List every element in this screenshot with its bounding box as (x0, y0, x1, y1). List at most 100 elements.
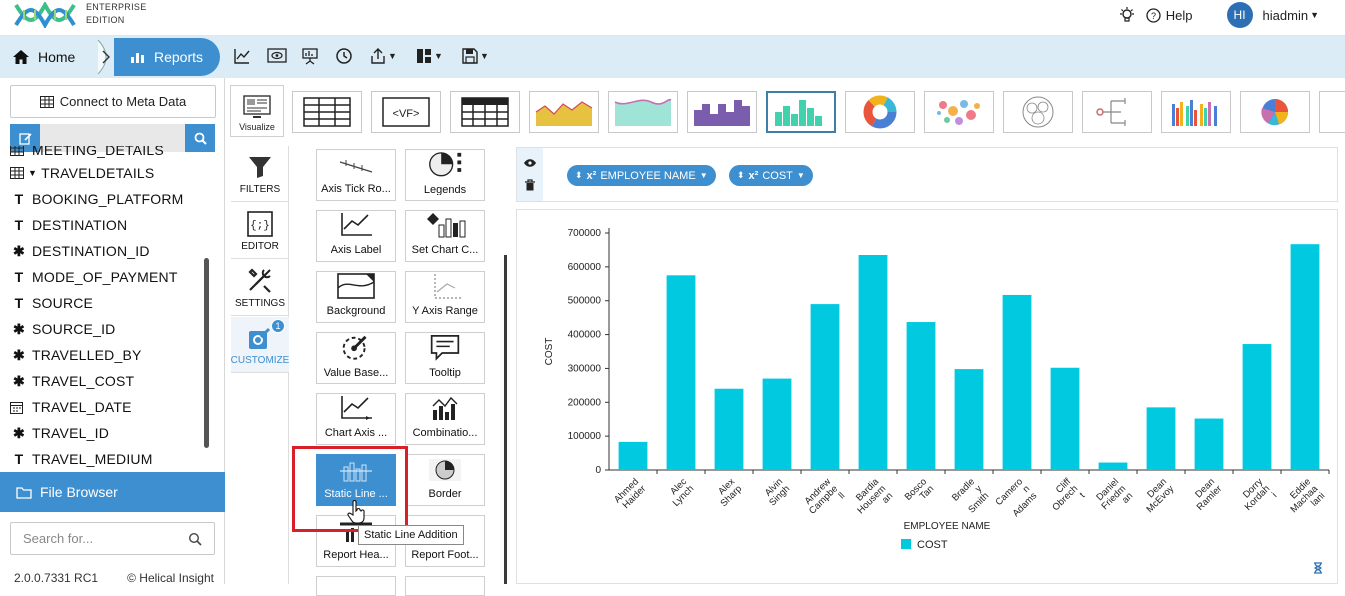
bubble-chart-icon (937, 100, 980, 125)
chart-type-donut[interactable] (845, 91, 915, 133)
tree-item-column[interactable]: ✱ TRAVEL_COST (10, 368, 202, 394)
pie-chart-icon (1261, 99, 1288, 126)
trash-icon[interactable] (524, 179, 536, 191)
breadcrumb-home[interactable]: Home (0, 36, 92, 78)
bar[interactable] (714, 388, 744, 470)
bar[interactable] (1098, 462, 1128, 470)
option-value-based-color[interactable]: Value Base... (316, 332, 396, 384)
bar-chart[interactable]: 0 100000 200000 300000 400000 500000 600000 700… (517, 210, 1337, 583)
tab-settings[interactable]: SETTINGS (231, 260, 289, 316)
option-y-axis-range[interactable]: Y Axis Range (405, 271, 485, 323)
svg-text:<VF>: <VF> (393, 108, 420, 120)
tree-item-column[interactable]: T TRAVEL_MEDIUM (10, 446, 202, 472)
panel-splitter[interactable] (504, 255, 507, 584)
caret-down-icon[interactable]: ▼ (28, 168, 37, 178)
chart-type-bar[interactable] (766, 91, 836, 133)
tree-item-column[interactable]: T MODE_OF_PAYMENT (10, 264, 202, 290)
tree-item-column[interactable]: T SOURCE (10, 290, 202, 316)
option-legends[interactable]: Legends (405, 149, 485, 201)
bar[interactable] (810, 304, 840, 470)
legend-swatch[interactable] (901, 539, 911, 549)
chart-type-stream[interactable] (608, 91, 678, 133)
table-icon (10, 146, 28, 156)
save-icon[interactable]: ▼ (461, 44, 495, 68)
chart-type-bubble[interactable] (924, 91, 994, 133)
file-browser-button[interactable]: File Browser (0, 472, 225, 512)
bar[interactable] (906, 322, 936, 470)
bar[interactable] (858, 255, 888, 470)
background-icon (337, 273, 375, 299)
visualize-button[interactable]: Visualize (230, 85, 284, 137)
tree-item-column[interactable]: T BOOKING_PLATFORM (10, 186, 202, 212)
chart-type-table[interactable] (292, 91, 362, 133)
option-set-chart-colors[interactable]: Set Chart C... (405, 210, 485, 262)
chart-type-custom-visualization[interactable]: <VF> (371, 91, 441, 133)
connect-metadata-button[interactable]: Connect to Meta Data (10, 85, 216, 118)
chart-type-tree[interactable] (1082, 91, 1152, 133)
option-background[interactable]: Background (316, 271, 396, 323)
bar[interactable] (954, 369, 984, 470)
x-tick-label: AlvinSingh (760, 476, 792, 508)
option-border[interactable]: Border (405, 454, 485, 506)
combination-icon (432, 396, 458, 420)
axis-label-icon (341, 213, 372, 236)
bar[interactable] (762, 378, 792, 470)
share-icon[interactable]: ▼ (369, 44, 403, 68)
eye-icon[interactable] (523, 158, 537, 168)
option-axis-label[interactable]: Axis Label (316, 210, 396, 262)
bar[interactable] (1050, 367, 1080, 470)
help-link[interactable]: ? Help (1146, 8, 1193, 23)
value-based-icon (342, 335, 367, 360)
chart-type-more[interactable] (1319, 91, 1345, 133)
option-more[interactable] (316, 576, 396, 596)
bar[interactable] (1194, 418, 1224, 470)
app-logo[interactable] (14, 2, 76, 28)
bar[interactable] (1002, 294, 1032, 470)
chart-type-crosstab[interactable] (450, 91, 520, 133)
tree-item-column[interactable]: ✱ DESTINATION_ID (10, 238, 202, 264)
bar[interactable] (666, 275, 696, 470)
field-pill-cost[interactable]: ⬍ x² COST ▼ (729, 165, 813, 186)
chart-type-area[interactable] (529, 91, 599, 133)
chart-type-step-bar[interactable] (687, 91, 757, 133)
tree-item-table[interactable]: MEETING_DETAILS (10, 146, 202, 160)
tree-item-column[interactable]: T DESTINATION (10, 212, 202, 238)
bar[interactable] (1290, 244, 1320, 470)
tree-item-table[interactable]: ▼ TRAVELDETAILS (10, 160, 202, 186)
option-axis-tick-rotation[interactable]: Axis Tick Ro... (316, 149, 396, 201)
file-search-input[interactable]: Search for... (10, 522, 215, 555)
tab-customize[interactable]: 1 CUSTOMIZE (231, 317, 289, 373)
preview-icon[interactable] (267, 44, 289, 68)
bar[interactable] (1146, 407, 1176, 470)
history-icon[interactable] (335, 44, 357, 68)
tree-item-column[interactable]: ✱ TRAVEL_ID (10, 420, 202, 446)
bar[interactable] (1242, 344, 1272, 470)
option-combination[interactable]: Combinatio... (405, 393, 485, 445)
option-more[interactable] (405, 576, 485, 596)
layout-icon[interactable]: ▼ (415, 44, 449, 68)
chart-type-pie[interactable] (1240, 91, 1310, 133)
lightbulb-icon[interactable] (1118, 6, 1136, 24)
tree-item-column[interactable]: ✱ SOURCE_ID (10, 316, 202, 342)
legend-label[interactable]: COST (917, 539, 948, 551)
chart-type-circle-pack[interactable] (1003, 91, 1073, 133)
option-tooltip[interactable]: Tooltip (405, 332, 485, 384)
bar[interactable] (618, 441, 648, 470)
tab-filters[interactable]: FILTERS (231, 146, 289, 202)
presentation-icon[interactable] (301, 44, 323, 68)
option-chart-axis[interactable]: Chart Axis ... (316, 393, 396, 445)
field-pill-employee-name[interactable]: ⬍ x² EMPLOYEE NAME ▼ (567, 165, 716, 186)
y-tick-label: 0 (595, 465, 601, 476)
line-chart-icon[interactable] (233, 44, 255, 68)
tab-editor[interactable]: {;} EDITOR (231, 203, 289, 259)
user-menu[interactable]: hiadmin ▼ (1263, 8, 1319, 23)
tree-item-column[interactable]: ✱ TRAVELLED_BY (10, 342, 202, 368)
tree-scrollbar[interactable] (204, 258, 209, 448)
chart-type-grouped-bar[interactable] (1161, 91, 1231, 133)
breadcrumb-reports[interactable]: Reports (114, 38, 220, 76)
y-tick-label: 100000 (568, 431, 602, 442)
tree-item-column[interactable]: TRAVEL_DATE (10, 394, 202, 420)
avatar[interactable]: HI (1226, 2, 1253, 28)
search-icon[interactable] (188, 532, 202, 546)
edition-label: ENTERPRISE EDITION (86, 2, 147, 25)
